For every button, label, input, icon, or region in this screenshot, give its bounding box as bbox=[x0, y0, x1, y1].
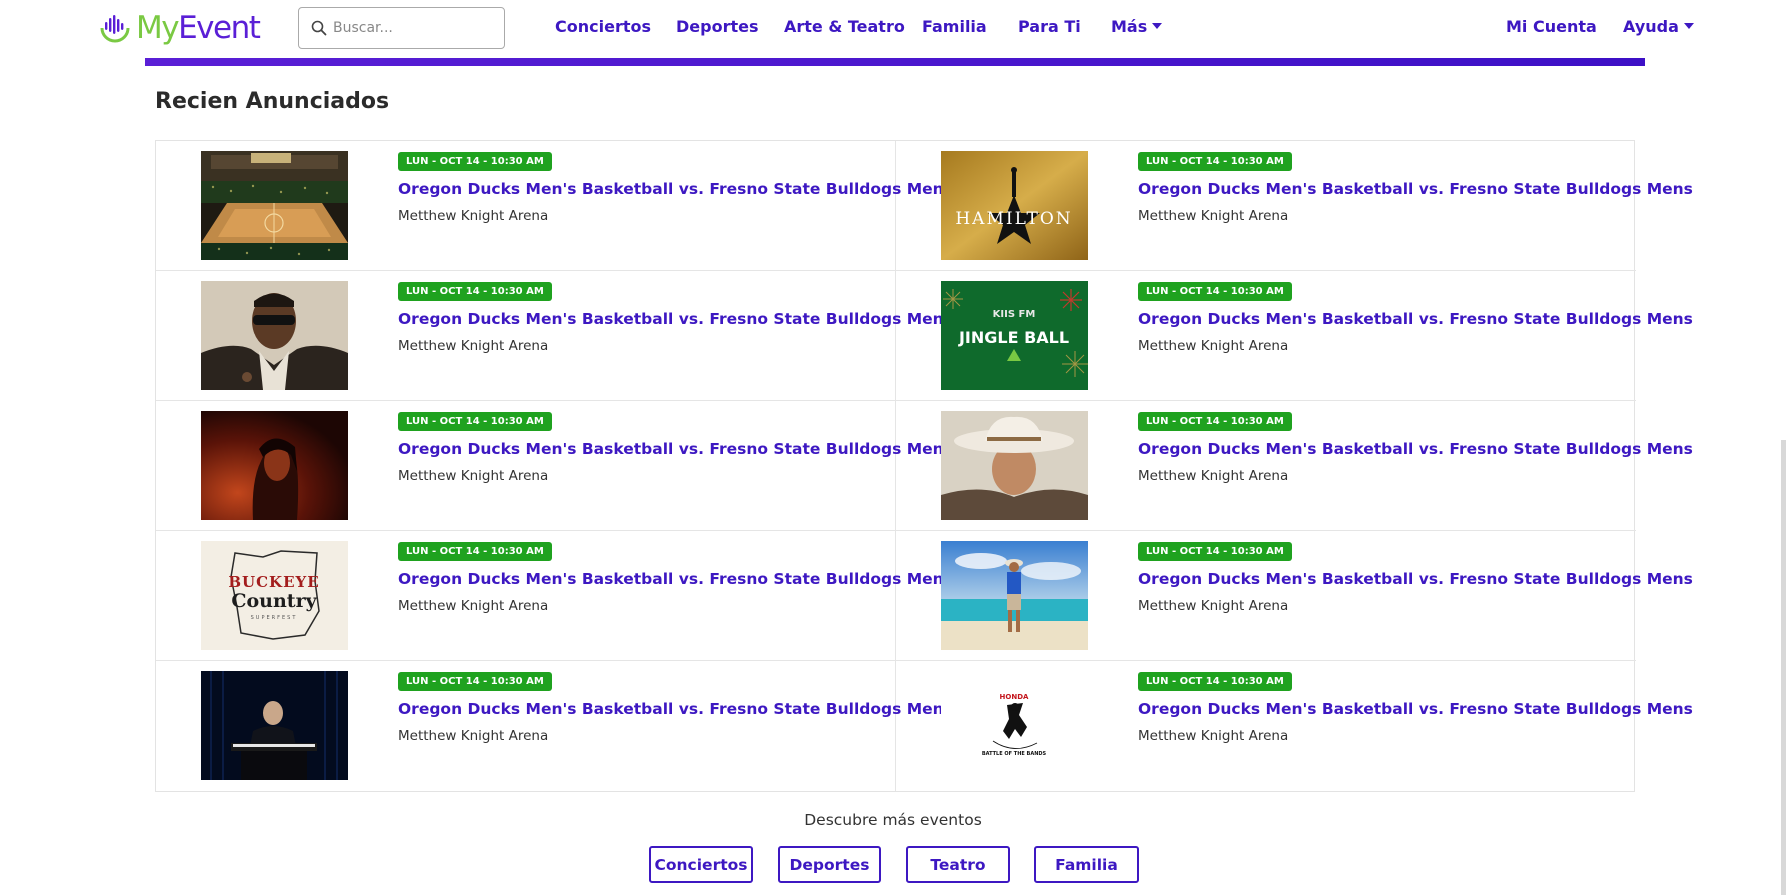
event-card[interactable]: LUN - OCT 14 - 10:30 AM Oregon Ducks Men… bbox=[896, 531, 1693, 661]
event-card[interactable]: LUN - OCT 14 - 10:30 AM Oregon Ducks Men… bbox=[156, 401, 953, 531]
event-title-link[interactable]: Oregon Ducks Men's Basketball vs. Fresno… bbox=[398, 180, 953, 198]
event-title-link[interactable]: Oregon Ducks Men's Basketball vs. Fresno… bbox=[398, 700, 953, 718]
event-title-link[interactable]: Oregon Ducks Men's Basketball vs. Fresno… bbox=[1138, 440, 1693, 458]
myevent-logo[interactable]: MyEvent bbox=[98, 8, 261, 48]
event-card[interactable]: LUN - OCT 14 - 10:30 AM Oregon Ducks Men… bbox=[156, 141, 953, 271]
event-title-link[interactable]: Oregon Ducks Men's Basketball vs. Fresno… bbox=[1138, 700, 1693, 718]
discover-conciertos-button[interactable]: Conciertos bbox=[649, 846, 753, 883]
nav-arte-teatro[interactable]: Arte & Teatro bbox=[784, 17, 905, 36]
event-title-link[interactable]: Oregon Ducks Men's Basketball vs. Fresno… bbox=[398, 570, 953, 588]
nav-ayuda-dropdown[interactable]: Ayuda bbox=[1623, 17, 1694, 36]
event-title-link[interactable]: Oregon Ducks Men's Basketball vs. Fresno… bbox=[1138, 180, 1693, 198]
svg-text:HONDA: HONDA bbox=[1000, 693, 1029, 701]
logo-wordmark: MyEvent bbox=[136, 9, 261, 46]
event-venue: Metthew Knight Arena bbox=[398, 208, 549, 224]
event-date-badge: LUN - OCT 14 - 10:30 AM bbox=[398, 412, 552, 431]
discover-deportes-button[interactable]: Deportes bbox=[778, 846, 881, 883]
search-icon bbox=[311, 20, 327, 36]
discover-teatro-button[interactable]: Teatro bbox=[906, 846, 1010, 883]
event-title-link[interactable]: Oregon Ducks Men's Basketball vs. Fresno… bbox=[1138, 570, 1693, 588]
logo-my-text: My bbox=[136, 9, 180, 46]
nav-mas-dropdown[interactable]: Más bbox=[1111, 17, 1163, 36]
event-date-badge: LUN - OCT 14 - 10:30 AM bbox=[1138, 412, 1292, 431]
event-image-pianist[interactable] bbox=[201, 671, 348, 780]
search-box[interactable] bbox=[298, 7, 505, 49]
section-title: Recien Anunciados bbox=[155, 89, 390, 114]
event-title-link[interactable]: Oregon Ducks Men's Basketball vs. Fresno… bbox=[1138, 310, 1693, 328]
event-card[interactable]: BUCKEYE Country SUPERFEST LUN - OCT 14 -… bbox=[156, 531, 953, 661]
event-image-red-portrait[interactable] bbox=[201, 411, 348, 520]
discover-more-label: Descubre más eventos bbox=[804, 811, 982, 829]
event-image-hamilton[interactable]: HAMILTON bbox=[941, 151, 1088, 260]
event-venue: Metthew Knight Arena bbox=[1138, 598, 1289, 614]
nav-mas-label: Más bbox=[1111, 17, 1148, 36]
event-card[interactable]: HONDA BATTLE OF THE BANDS LUN - OCT 14 -… bbox=[896, 661, 1693, 791]
event-date-badge: LUN - OCT 14 - 10:30 AM bbox=[1138, 152, 1292, 171]
event-venue: Metthew Knight Arena bbox=[398, 338, 549, 354]
search-input[interactable] bbox=[333, 20, 493, 36]
event-venue: Metthew Knight Arena bbox=[398, 728, 549, 744]
event-card[interactable]: HAMILTON LUN - OCT 14 - 10:30 AM Oregon … bbox=[896, 141, 1693, 271]
logo-event-text: Event bbox=[178, 9, 261, 46]
event-date-badge: LUN - OCT 14 - 10:30 AM bbox=[398, 282, 552, 301]
buckeye-image-text: Country bbox=[231, 590, 317, 612]
nav-familia[interactable]: Familia bbox=[922, 17, 987, 36]
event-image-basketball[interactable] bbox=[201, 151, 348, 260]
battle-bands-image-text: BATTLE OF THE BANDS bbox=[982, 751, 1047, 757]
jingle-ball-image-text: JINGLE BALL bbox=[958, 328, 1069, 347]
event-date-badge: LUN - OCT 14 - 10:30 AM bbox=[1138, 542, 1292, 561]
chevron-down-icon bbox=[1152, 22, 1163, 29]
event-date-badge: LUN - OCT 14 - 10:30 AM bbox=[398, 152, 552, 171]
event-date-badge: LUN - OCT 14 - 10:30 AM bbox=[398, 672, 552, 691]
logo-soundwave-icon bbox=[100, 15, 130, 43]
event-image-cowboy[interactable] bbox=[941, 411, 1088, 520]
event-card[interactable]: LUN - OCT 14 - 10:30 AM Oregon Ducks Men… bbox=[896, 401, 1693, 531]
event-image-artist-portrait[interactable] bbox=[201, 281, 348, 390]
event-card[interactable]: LUN - OCT 14 - 10:30 AM Oregon Ducks Men… bbox=[156, 661, 953, 791]
event-date-badge: LUN - OCT 14 - 10:30 AM bbox=[1138, 282, 1292, 301]
event-date-badge: LUN - OCT 14 - 10:30 AM bbox=[1138, 672, 1292, 691]
nav-conciertos[interactable]: Conciertos bbox=[555, 17, 651, 36]
event-card[interactable]: KIIS FM JINGLE BALL LUN - OCT 14 - 10:30… bbox=[896, 271, 1693, 401]
event-venue: Metthew Knight Arena bbox=[398, 468, 549, 484]
events-grid: LUN - OCT 14 - 10:30 AM Oregon Ducks Men… bbox=[155, 140, 1693, 792]
event-image-jingle-ball[interactable]: KIIS FM JINGLE BALL bbox=[941, 281, 1088, 390]
event-venue: Metthew Knight Arena bbox=[1138, 468, 1289, 484]
top-navbar: MyEvent Conciertos Deportes Arte & Teatr… bbox=[0, 0, 1786, 58]
discover-familia-button[interactable]: Familia bbox=[1034, 846, 1139, 883]
event-venue: Metthew Knight Arena bbox=[1138, 728, 1289, 744]
event-venue: Metthew Knight Arena bbox=[1138, 208, 1289, 224]
page-scrollbar[interactable] bbox=[1781, 440, 1786, 895]
event-title-link[interactable]: Oregon Ducks Men's Basketball vs. Fresno… bbox=[398, 310, 953, 328]
event-card[interactable]: LUN - OCT 14 - 10:30 AM Oregon Ducks Men… bbox=[156, 271, 953, 401]
svg-text:BUCKEYE: BUCKEYE bbox=[228, 573, 319, 591]
chevron-down-icon bbox=[1683, 22, 1694, 29]
hero-bottom-bar bbox=[145, 58, 1645, 66]
nav-mi-cuenta[interactable]: Mi Cuenta bbox=[1506, 17, 1597, 36]
event-venue: Metthew Knight Arena bbox=[398, 598, 549, 614]
event-title-link[interactable]: Oregon Ducks Men's Basketball vs. Fresno… bbox=[398, 440, 953, 458]
event-date-badge: LUN - OCT 14 - 10:30 AM bbox=[398, 542, 552, 561]
nav-para-ti[interactable]: Para Ti bbox=[1018, 17, 1081, 36]
svg-text:SUPERFEST: SUPERFEST bbox=[251, 615, 298, 621]
hamilton-image-text: HAMILTON bbox=[955, 209, 1072, 229]
nav-deportes[interactable]: Deportes bbox=[676, 17, 759, 36]
event-image-beach[interactable] bbox=[941, 541, 1088, 650]
event-venue: Metthew Knight Arena bbox=[1138, 338, 1289, 354]
svg-text:KIIS FM: KIIS FM bbox=[993, 309, 1036, 320]
nav-ayuda-label: Ayuda bbox=[1623, 17, 1679, 36]
event-image-battle-of-the-bands[interactable]: HONDA BATTLE OF THE BANDS bbox=[941, 671, 1088, 780]
event-image-buckeye-country[interactable]: BUCKEYE Country SUPERFEST bbox=[201, 541, 348, 650]
